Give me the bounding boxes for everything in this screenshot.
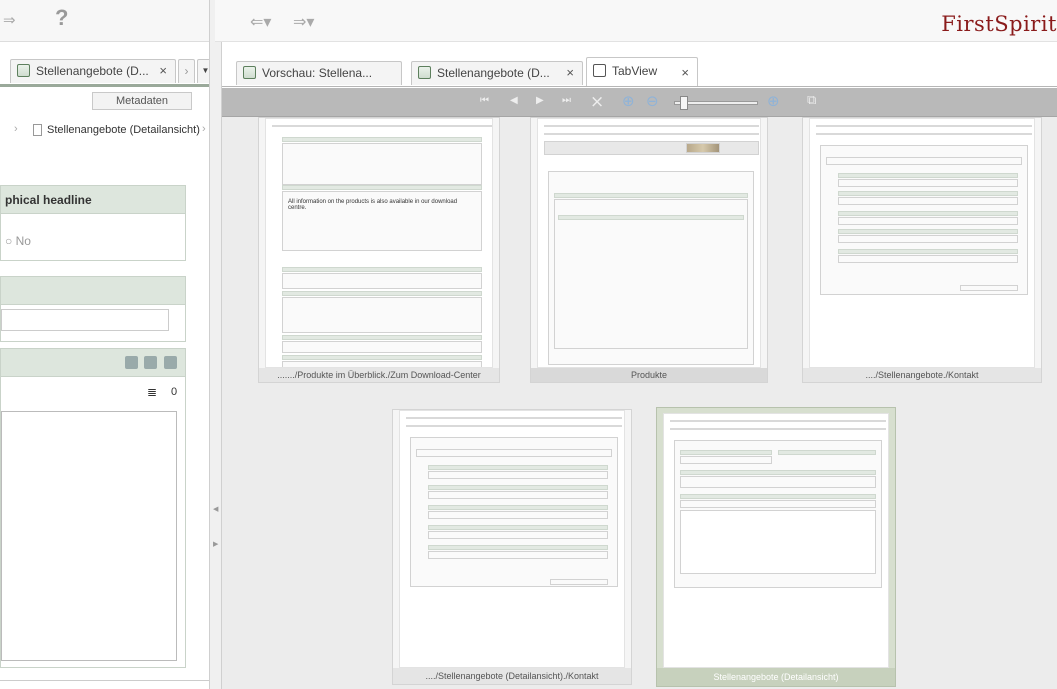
tree-item-stellenangebote[interactable]: › Stellenangebote (Detailansicht) › (0, 120, 209, 142)
text-field-section (0, 276, 186, 342)
section-header (1, 349, 185, 377)
collapse-left-icon[interactable]: ◀ (213, 505, 218, 513)
first-page-icon[interactable]: ⏮ (480, 95, 489, 106)
tab-label: TabView (612, 64, 658, 78)
collapse-right-icon[interactable]: ▶ (213, 540, 218, 548)
thumbnail-body-text: All information on the products is also … (288, 199, 458, 211)
thumbnail-download-center[interactable]: All information on the products is also … (258, 117, 500, 383)
close-icon[interactable]: × (566, 62, 574, 84)
chevron-right-icon: › (14, 123, 18, 135)
page-icon (418, 66, 431, 79)
divider (0, 680, 209, 681)
minus-icon[interactable] (125, 356, 138, 369)
thumbnail-caption: ......./Produkte im Überblick./Zum Downl… (259, 368, 499, 382)
page-icon (243, 66, 256, 79)
tab-stellenangebote[interactable]: Stellenangebote (D... × (411, 61, 583, 85)
tab-label: Stellenangebote (D... (437, 66, 550, 80)
tab-label: Vorschau: Stellena... (262, 66, 373, 80)
maximize-icon[interactable] (164, 356, 177, 369)
thumbnail-produkte[interactable]: Produkte (530, 117, 768, 383)
help-icon[interactable]: ? (55, 5, 68, 31)
thumbnail-caption: ..../Stellenangebote (Detailansicht)./Ko… (393, 668, 631, 684)
thumbnail-caption: ..../Stellenangebote./Kontakt (803, 368, 1041, 382)
thumbnail-page: All information on the products is also … (265, 118, 493, 368)
firstspirit-logo: FirstSpirit (941, 12, 1057, 36)
left-panel: ⇒ ? Stellenangebote (D... × › ▼ Metadate… (0, 0, 210, 689)
close-icon[interactable]: × (590, 92, 604, 112)
next-page-icon[interactable]: ▶ (536, 95, 544, 106)
no-radio[interactable]: ○ No (5, 234, 31, 248)
text-input[interactable] (1, 309, 169, 331)
graphical-headline-section: phical headline ○ No (0, 185, 186, 261)
scroll-right-icon[interactable]: › (178, 59, 195, 83)
top-bar: ⇐▾ ⇒▾ FirstSpirit (215, 0, 1057, 42)
thumbnail-page (809, 118, 1035, 368)
section-header (1, 277, 185, 305)
edit-icon[interactable]: ⇒ (3, 11, 16, 29)
page-icon (33, 124, 42, 136)
prev-page-icon[interactable]: ◀ (510, 95, 518, 106)
splitter[interactable]: ◀ ▶ (210, 0, 222, 689)
counter: 0 (171, 386, 178, 398)
thumbnail-page (399, 410, 625, 668)
tab-vorschau[interactable]: Vorschau: Stellena... (236, 61, 402, 85)
zoom-reset-icon[interactable]: ⊕ (767, 92, 780, 110)
richtext-section: ≣ 0 (0, 348, 186, 668)
left-tab-stellenangebote[interactable]: Stellenangebote (D... × (10, 59, 176, 83)
back-icon[interactable]: ⇐▾ (250, 12, 271, 31)
metadata-button[interactable]: Metadaten (92, 92, 192, 110)
tab-menu-icon[interactable]: ▼ (197, 59, 209, 83)
forward-icon[interactable]: ⇒▾ (293, 12, 314, 31)
no-label: No (15, 234, 31, 248)
section-header: phical headline (1, 186, 185, 214)
tabview-icon (593, 64, 606, 77)
preview-area: All information on the products is also … (222, 117, 1057, 689)
zoom-in-icon[interactable]: ⊕ (622, 92, 635, 110)
left-toolbar: ⇒ ? (0, 0, 209, 42)
thumbnail-detailansicht[interactable]: Stellenangebote (Detailansicht) (656, 407, 896, 687)
close-icon[interactable]: × (681, 60, 689, 86)
thumbnail-caption: Stellenangebote (Detailansicht) (657, 668, 895, 686)
thumbnail-detail-kontakt[interactable]: ..../Stellenangebote (Detailansicht)./Ko… (392, 409, 632, 685)
preview-toolbar: ⏮ ◀ ▶ ⏭ × ⊕ ⊖ ⊕ ⧉ (222, 88, 1057, 117)
thumbnail-caption: Produkte (531, 368, 767, 382)
page-icon (17, 64, 30, 77)
tree-item-label: Stellenangebote (Detailansicht) (47, 124, 200, 136)
zoom-out-icon[interactable]: ⊖ (646, 92, 659, 110)
last-page-icon[interactable]: ⏭ (562, 95, 571, 106)
close-icon[interactable]: × (159, 60, 167, 82)
tab-tabview[interactable]: TabView × (586, 57, 698, 86)
format-icon[interactable]: ≣ (147, 385, 157, 399)
richtext-editor[interactable] (1, 411, 177, 661)
chevron-right-icon: › (202, 123, 206, 135)
left-tab-label: Stellenangebote (D... (36, 64, 149, 78)
preview-tab-strip: Vorschau: Stellena... Stellenangebote (D… (222, 57, 1057, 87)
thumbnail-page (663, 413, 889, 668)
thumbnail-kontakt[interactable]: ..../Stellenangebote./Kontakt (802, 117, 1042, 383)
zoom-slider-handle[interactable] (680, 96, 688, 110)
window-icon[interactable]: ⧉ (807, 93, 816, 108)
left-tab-strip: Stellenangebote (D... × › ▼ (0, 57, 209, 87)
thumbnail-page (537, 118, 761, 368)
plus-icon[interactable] (144, 356, 157, 369)
